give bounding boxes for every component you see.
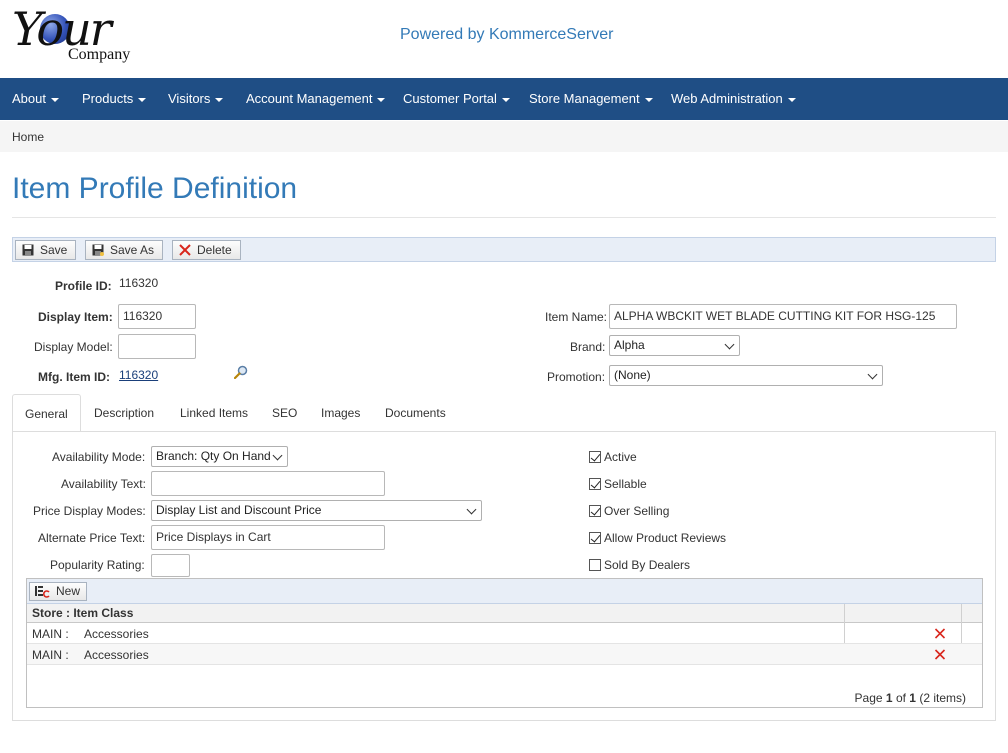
caret-down-icon [787, 97, 796, 102]
table-row[interactable]: MAIN : Accessories [27, 623, 982, 644]
price-display-modes-select[interactable]: Display List and Discount Price [151, 500, 482, 521]
profile-id-label: Profile ID: [55, 279, 112, 293]
sold-by-dealers-checkbox[interactable] [589, 559, 601, 571]
chevron-down-icon [867, 369, 878, 380]
tab-documents[interactable]: Documents [385, 394, 446, 432]
chevron-down-icon [272, 450, 283, 461]
item-name-label: Item Name: [545, 310, 608, 324]
sold-by-dealers-label: Sold By Dealers [604, 558, 691, 572]
active-checkbox[interactable] [589, 451, 601, 463]
caret-down-icon [138, 97, 147, 102]
grid-header: Store : Item Class [27, 604, 982, 623]
mfg-item-id-link[interactable]: 116320 [119, 368, 158, 382]
chevron-down-icon [724, 339, 735, 350]
nav-about[interactable]: About [12, 78, 59, 120]
save-as-button[interactable]: Save As [85, 240, 164, 260]
store-item-class-header[interactable]: Store : Item Class [32, 606, 133, 620]
price-display-modes-value: Display List and Discount Price [156, 503, 322, 517]
sellable-checkbox[interactable] [589, 478, 601, 490]
delete-button[interactable]: Delete [172, 240, 241, 260]
allow-product-reviews-label: Allow Product Reviews [604, 531, 727, 545]
over-selling-checkbox[interactable] [589, 505, 601, 517]
nav-customer-portal[interactable]: Customer Portal [403, 78, 510, 120]
display-model-label: Display Model: [34, 340, 113, 354]
nav-store-management[interactable]: Store Management [529, 78, 653, 120]
promotion-select[interactable]: (None) [609, 365, 883, 386]
save-button[interactable]: Save [15, 240, 77, 260]
tab-images[interactable]: Images [321, 394, 360, 432]
display-model-input[interactable] [118, 334, 196, 359]
new-button[interactable]: New [29, 582, 88, 601]
magnifier-icon[interactable] [234, 365, 248, 379]
main-navbar: About Products Visitors Account Manageme… [0, 78, 1008, 120]
item-name-input[interactable]: ALPHA WBCKIT WET BLADE CUTTING KIT FOR H… [609, 304, 957, 329]
powered-by-text: Powered by KommerceServer [400, 26, 614, 43]
tab-seo[interactable]: SEO [272, 394, 297, 432]
availability-mode-select[interactable]: Branch: Qty On Hand [151, 446, 288, 467]
tab-linked-items[interactable]: Linked Items [180, 394, 248, 432]
display-item-label: Display Item: [38, 310, 113, 324]
breadcrumb-home[interactable]: Home [12, 130, 44, 144]
logo-subtext: Company [68, 46, 131, 63]
brand-label: Brand: [570, 340, 606, 354]
company-logo[interactable]: Your Company [10, 4, 150, 68]
profile-id-value: 116320 [119, 276, 159, 290]
caret-down-icon [644, 97, 653, 102]
row-item-class: Accessories [84, 627, 149, 641]
availability-text-label: Availability Text: [61, 477, 146, 491]
popularity-rating-input[interactable] [151, 554, 190, 577]
display-item-input[interactable]: 116320 [118, 304, 196, 329]
tab-general[interactable]: General [12, 394, 81, 432]
delete-row-icon[interactable] [934, 626, 946, 640]
title-divider [12, 217, 996, 218]
item-class-grid: New Store : Item Class MAIN : Accessorie… [26, 578, 983, 708]
price-display-modes-label: Price Display Modes: [33, 504, 146, 518]
availability-mode-label: Availability Mode: [52, 450, 146, 464]
caret-down-icon [215, 97, 224, 102]
nav-web-administration[interactable]: Web Administration [671, 78, 796, 120]
brand-selected-value: Alpha [614, 338, 645, 352]
grid-pager: Page 1 of 1 (2 items) [854, 691, 966, 705]
caret-down-icon [50, 97, 59, 102]
floppy-disk-icon [22, 244, 34, 256]
new-record-icon [35, 586, 50, 598]
sellable-label: Sellable [604, 477, 647, 491]
promotion-label: Promotion: [547, 370, 606, 384]
availability-text-input[interactable] [151, 471, 385, 496]
nav-account-management[interactable]: Account Management [246, 78, 386, 120]
brand-select[interactable]: Alpha [609, 335, 740, 356]
allow-product-reviews-checkbox[interactable] [589, 532, 601, 544]
save-as-icon [92, 244, 104, 256]
chevron-down-icon [466, 504, 477, 515]
table-row[interactable]: MAIN : Accessories [27, 644, 982, 665]
over-selling-label: Over Selling [604, 504, 670, 518]
popularity-rating-label: Popularity Rating: [50, 558, 145, 572]
page-title: Item Profile Definition [12, 172, 298, 205]
promotion-selected-value: (None) [614, 368, 651, 382]
grid-toolbar: New [27, 579, 982, 604]
tab-description[interactable]: Description [94, 394, 154, 432]
alternate-price-text-label: Alternate Price Text: [38, 531, 146, 545]
delete-x-icon [179, 244, 191, 256]
nav-products[interactable]: Products [82, 78, 147, 120]
alternate-price-text-input[interactable]: Price Displays in Cart [151, 525, 385, 550]
caret-down-icon [377, 97, 386, 102]
action-toolbar: Save Save As Delete [12, 237, 996, 262]
row-item-class: Accessories [84, 648, 149, 662]
row-store: MAIN : [32, 648, 69, 662]
active-label: Active [604, 450, 637, 464]
delete-row-icon[interactable] [934, 647, 946, 661]
row-store: MAIN : [32, 627, 69, 641]
breadcrumb: Home [0, 121, 1008, 152]
mfg-item-id-label: Mfg. Item ID: [38, 370, 110, 384]
availability-mode-value: Branch: Qty On Hand [156, 449, 271, 463]
caret-down-icon [501, 97, 510, 102]
nav-visitors[interactable]: Visitors [168, 78, 224, 120]
